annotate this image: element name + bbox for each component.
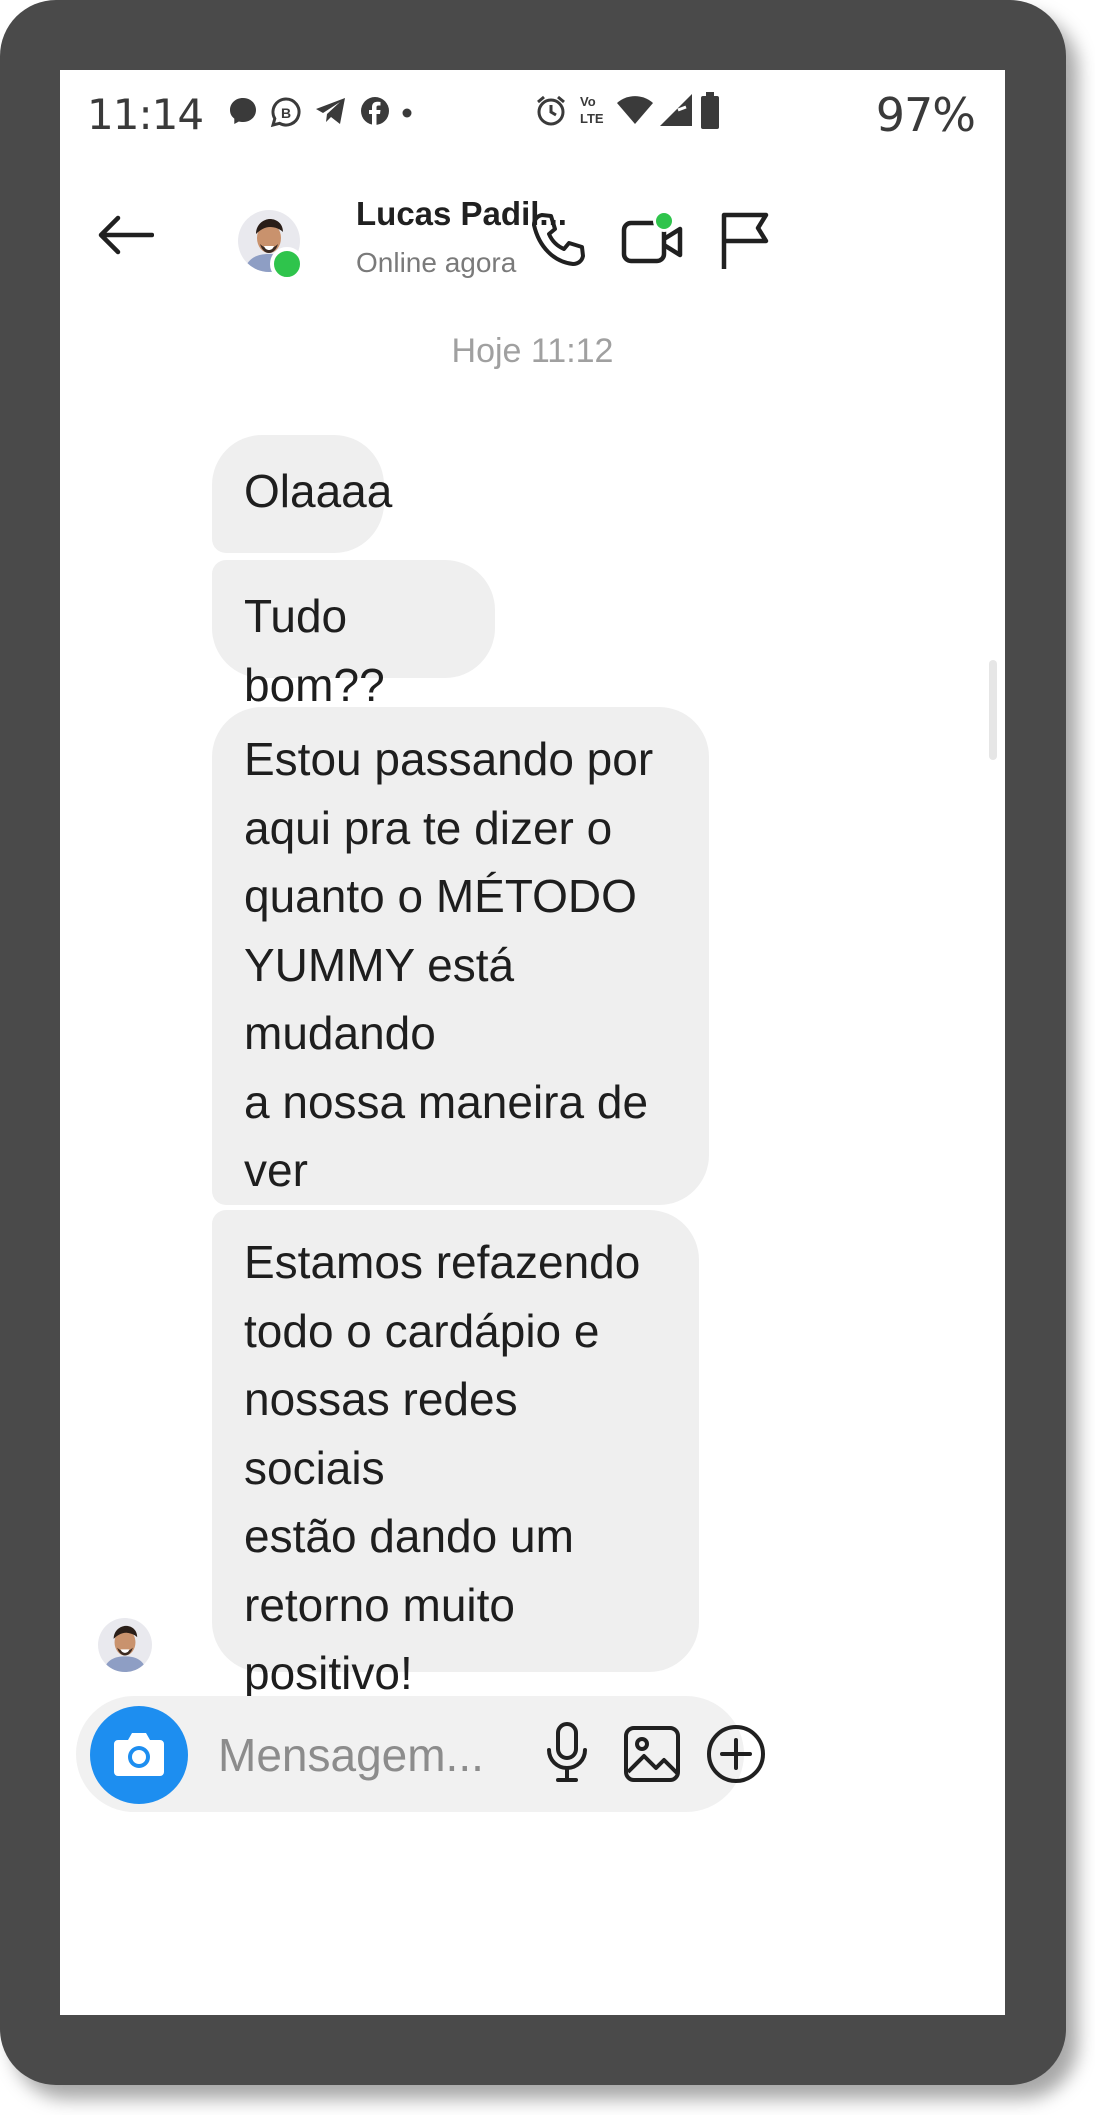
svg-text:B: B <box>281 105 291 121</box>
avatar-image <box>98 1618 152 1672</box>
status-bar: 11:14 B Vo LTE 97% <box>60 70 1005 165</box>
conversation-timestamp: Hoje 11:12 <box>451 332 614 370</box>
sender-avatar[interactable] <box>98 1618 152 1672</box>
message-bubble[interactable]: Estamos refazendo todo o cardápio e noss… <box>212 1210 699 1768</box>
back-arrow-icon[interactable] <box>96 215 154 255</box>
add-icon[interactable] <box>704 1722 768 1786</box>
whatsapp-business-icon: B <box>270 97 301 128</box>
facebook-icon <box>361 97 389 125</box>
screen: 11:14 B Vo LTE 97% Lucas Padil... Online… <box>60 70 1005 2015</box>
camera-icon <box>114 1733 164 1776</box>
phone-call-icon[interactable] <box>528 209 592 273</box>
report-flag-icon[interactable] <box>716 209 776 273</box>
battery-percentage: 97% <box>875 88 976 142</box>
status-time: 11:14 <box>87 90 204 139</box>
contact-presence: Online agora <box>356 247 517 278</box>
messenger-icon <box>230 98 256 124</box>
svg-text:Vo: Vo <box>580 94 596 109</box>
signal-icon <box>660 94 692 126</box>
dot-icon <box>402 108 412 118</box>
battery-icon <box>701 92 719 129</box>
gallery-icon[interactable] <box>622 1724 682 1784</box>
camera-button[interactable] <box>90 1706 188 1804</box>
video-call-icon[interactable] <box>620 209 684 273</box>
message-bubble[interactable]: Estou passando por aqui pra te dizer o q… <box>212 707 709 1539</box>
message-bubble[interactable]: Tudo bom?? <box>212 560 495 711</box>
alarm-icon <box>537 95 565 126</box>
svg-text:LTE: LTE <box>580 111 604 126</box>
wifi-icon <box>617 96 653 124</box>
chat-header: Lucas Padil... Online agora <box>60 165 1005 320</box>
volte-icon: Vo LTE <box>580 94 604 126</box>
scrollbar[interactable] <box>989 660 997 760</box>
telegram-icon <box>316 98 345 124</box>
online-indicator <box>270 247 304 281</box>
microphone-icon[interactable] <box>542 1720 592 1786</box>
message-input[interactable] <box>218 1715 538 1795</box>
message-bubble[interactable]: Olaaaa <box>212 435 392 553</box>
